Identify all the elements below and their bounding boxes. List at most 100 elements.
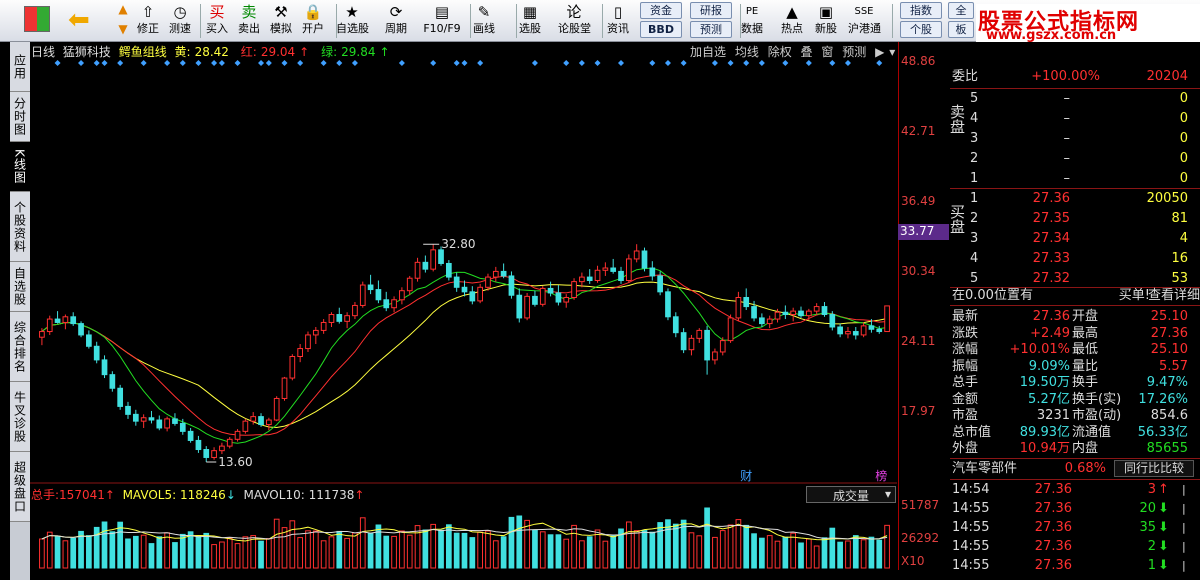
volume-bar — [790, 532, 797, 569]
add-watchlist-button[interactable]: 加自选 — [690, 45, 726, 59]
stat-value: 19.50万 — [1019, 375, 1070, 390]
volume-bar — [492, 540, 499, 569]
candle[interactable] — [625, 254, 632, 283]
toolbar-sse-hke-button[interactable]: SSE 沪港通 — [848, 2, 881, 40]
buy-level: 5 — [970, 271, 979, 286]
volume-bar — [305, 530, 311, 569]
stat-value: 3231 — [1036, 408, 1070, 423]
hammer-icon: ⚒ — [274, 3, 288, 21]
side-tab-0[interactable]: 应用 — [10, 42, 30, 92]
exright-button[interactable]: 除权 — [768, 45, 792, 59]
side-tab-5[interactable]: 综合排名 — [10, 312, 30, 382]
volume-bar — [500, 536, 507, 569]
finance-marker[interactable]: 财 — [740, 469, 752, 483]
yanbao-button[interactable]: 研报 — [690, 2, 732, 19]
toolbar-newstock-button[interactable]: ▣ 新股 — [810, 2, 842, 40]
ma-button[interactable]: 均线 — [735, 45, 759, 59]
buy-price: 27.35 — [1032, 211, 1070, 226]
candle[interactable] — [508, 271, 515, 299]
scroll-down-icon[interactable]: ▼ — [112, 22, 134, 40]
tick-price: 27.36 — [1034, 482, 1072, 497]
indicator-name[interactable]: 鳄鱼组线 — [119, 45, 167, 59]
candle[interactable] — [571, 278, 577, 300]
candle[interactable] — [539, 286, 546, 307]
window-button[interactable]: 窗 — [821, 45, 833, 59]
buy-level: 3 — [970, 231, 979, 246]
candle[interactable] — [359, 281, 366, 308]
candle[interactable] — [641, 247, 648, 272]
candle[interactable] — [289, 354, 296, 381]
side-tab-4[interactable]: 自选股 — [10, 262, 30, 312]
side-tab-2[interactable]: K线图 — [10, 142, 30, 192]
bbd-button[interactable]: BBD — [640, 21, 682, 38]
candle[interactable] — [281, 376, 288, 401]
toolbar-news-button[interactable]: ▯ 资讯 — [602, 2, 634, 40]
buy-price: 27.33 — [1032, 251, 1070, 266]
toolbar-forum-button[interactable]: 论论股堂 — [558, 2, 591, 40]
toolbar-pen-button[interactable]: ✎ 画线 — [468, 2, 500, 40]
candle[interactable] — [234, 429, 241, 442]
side-tab-1[interactable]: 分时图 — [10, 92, 30, 142]
toolbar-sell-button[interactable]: 卖卖出 — [233, 2, 265, 40]
rank-marker[interactable]: 榜 — [875, 468, 887, 483]
period-label[interactable]: 日线 — [31, 45, 55, 59]
scroll-up-icon[interactable]: ▲ — [112, 2, 134, 20]
candle[interactable] — [109, 371, 116, 392]
candle[interactable] — [242, 418, 249, 434]
quan-button[interactable]: 全 — [948, 2, 974, 19]
toolbar-clock-button[interactable]: ◷ 测速 — [164, 2, 196, 40]
ban-button[interactable]: 板 — [948, 21, 974, 38]
next-icon[interactable]: ▶ — [875, 45, 884, 59]
app-logo-icon[interactable] — [24, 6, 50, 32]
yuce-button[interactable]: 预测 — [690, 21, 732, 38]
candle[interactable] — [446, 260, 452, 281]
forecast-button[interactable]: 预测 — [842, 45, 866, 59]
overlay-button[interactable]: 叠 — [801, 45, 813, 59]
candle[interactable] — [884, 305, 890, 333]
side-tab-6[interactable]: 牛叉诊股 — [10, 382, 30, 452]
candle[interactable] — [78, 321, 84, 338]
volume-bar — [62, 540, 69, 569]
toolbar-lock-button[interactable]: 🔒 开户 — [297, 2, 329, 40]
toolbar-hot-button[interactable]: ▲ 热点 — [776, 2, 808, 40]
stat-value: +10.01% — [1009, 342, 1070, 357]
stat-label: 总市值 — [952, 424, 992, 440]
toolbar-f10-button[interactable]: ▤ F10/F9 — [420, 2, 464, 40]
candle[interactable] — [727, 314, 734, 343]
tick-volume: 1 — [1147, 558, 1156, 573]
volume-bar — [508, 516, 515, 569]
forum-icon: 论 — [566, 3, 582, 21]
gegu-button[interactable]: 个股 — [900, 21, 942, 38]
toolbar-hammer-button[interactable]: ⚒ 模拟 — [265, 2, 297, 40]
detail-link[interactable]: 查看详细 — [1148, 287, 1200, 305]
zijin-button[interactable]: 资金 — [640, 2, 682, 19]
volume-bar — [547, 534, 554, 569]
toolbar-screen-button[interactable]: ▦ 选股 — [514, 2, 546, 40]
volume-indicator-select[interactable]: 成交量 ▾ — [806, 486, 896, 503]
toolbar-star-button[interactable]: ★ 自选股 — [336, 2, 369, 40]
candle[interactable] — [524, 292, 530, 321]
sector-name[interactable]: 汽车零部件 — [952, 460, 1032, 478]
side-tab-7[interactable]: 超级盘口 — [10, 452, 30, 522]
stat-label: 振幅 — [952, 358, 979, 374]
candle[interactable] — [273, 396, 280, 422]
side-tab-3[interactable]: 个股资料 — [10, 192, 30, 262]
sell-level: 3 — [970, 131, 979, 146]
volume-bar — [845, 540, 851, 569]
volume-bar — [852, 535, 859, 569]
volume-bar — [453, 532, 460, 569]
back-arrow-icon[interactable]: ⬅ — [68, 6, 98, 34]
dropdown-icon[interactable]: ▾ — [889, 45, 895, 59]
zhishu-button[interactable]: 指数 — [900, 2, 942, 19]
buy-single-link[interactable]: 买单! — [1108, 287, 1150, 305]
tick-price: 27.36 — [1034, 539, 1072, 554]
volume-bar — [641, 530, 648, 569]
candle[interactable] — [305, 331, 311, 352]
toolbar-cycle-button[interactable]: ⟳ 周期 — [380, 2, 412, 40]
volume-bar — [712, 536, 718, 569]
candle[interactable] — [117, 384, 124, 410]
toolbar-buy-button[interactable]: 买买入 — [201, 2, 233, 40]
compare-button[interactable]: 同行比比较 — [1114, 460, 1194, 477]
candle[interactable] — [665, 288, 671, 321]
toolbar-up-arrow-button[interactable]: ⇧ 修正 — [132, 2, 164, 40]
